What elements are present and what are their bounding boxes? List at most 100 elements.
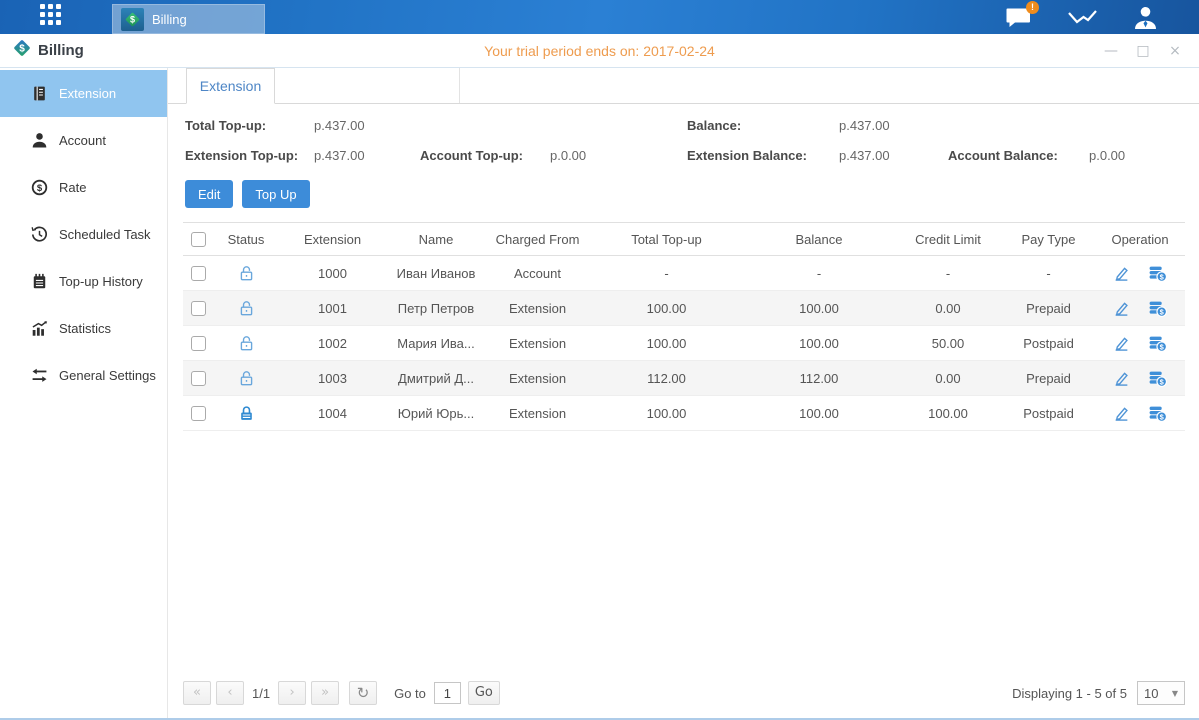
page-size-select[interactable]: 10 ▼ xyxy=(1137,681,1185,705)
status-unlocked-icon xyxy=(238,265,255,282)
balance-cell: 100.00 xyxy=(744,326,894,361)
total-topup-cell: 100.00 xyxy=(589,291,744,326)
total-topup-label: Total Top-up: xyxy=(185,118,314,133)
user-account-icon[interactable] xyxy=(1132,5,1159,30)
name-cell: Иван Иванов xyxy=(386,256,486,291)
close-icon[interactable]: × xyxy=(1167,43,1183,59)
notification-badge: ! xyxy=(1026,1,1039,14)
account-topup-value: p.0.00 xyxy=(550,148,687,163)
prev-page-button[interactable]: ‹ xyxy=(216,681,244,705)
app-tab-label: Billing xyxy=(152,12,187,27)
app-grid-icon[interactable] xyxy=(40,4,66,30)
sidebar-item-rate[interactable]: $ Rate xyxy=(0,164,167,211)
minimize-icon[interactable]: — xyxy=(1103,43,1119,59)
sidebar-item-scheduled-task[interactable]: Scheduled Task xyxy=(0,211,167,258)
window-title-bar: $ Billing Your trial period ends on: 201… xyxy=(0,34,1199,68)
balance-cell: 100.00 xyxy=(744,396,894,431)
balance-cell: 112.00 xyxy=(744,361,894,396)
svg-text:$: $ xyxy=(1159,307,1163,316)
extension-table-body: 1000 Иван Иванов Account - - - - xyxy=(183,256,1185,431)
total-topup-cell: 112.00 xyxy=(589,361,744,396)
select-all-checkbox[interactable] xyxy=(191,232,206,247)
statistics-chart-icon[interactable] xyxy=(1066,5,1098,30)
total-topup-cell: 100.00 xyxy=(589,326,744,361)
topup-coins-icon[interactable]: $ xyxy=(1148,265,1167,282)
pay-type-cell: - xyxy=(1002,256,1095,291)
charged-from-cell: Extension xyxy=(486,291,589,326)
goto-label: Go to xyxy=(394,686,426,701)
page-size-value: 10 xyxy=(1144,686,1158,701)
edit-pencil-icon[interactable] xyxy=(1113,265,1130,282)
extension-balance-label: Extension Balance: xyxy=(687,148,839,163)
sidebar-item-topup-history[interactable]: Top-up History xyxy=(0,258,167,305)
first-page-button[interactable]: « xyxy=(183,681,211,705)
last-page-button[interactable]: » xyxy=(311,681,339,705)
column-header-status: Status xyxy=(213,223,279,256)
row-checkbox[interactable] xyxy=(191,406,206,421)
extension-table: Status Extension Name Charged From Total… xyxy=(183,222,1185,431)
edit-button[interactable]: Edit xyxy=(185,180,233,208)
pay-type-cell: Postpaid xyxy=(1002,326,1095,361)
maximize-icon[interactable]: □ xyxy=(1135,43,1151,59)
edit-pencil-icon[interactable] xyxy=(1113,335,1130,352)
sidebar-item-label: General Settings xyxy=(59,368,156,383)
ledger-icon xyxy=(31,85,48,102)
tab-extension[interactable]: Extension xyxy=(186,68,275,104)
topup-coins-icon[interactable]: $ xyxy=(1148,300,1167,317)
table-row: 1004 Юрий Юрь... Extension 100.00 100.00… xyxy=(183,396,1185,431)
sidebar-item-account[interactable]: Account xyxy=(0,117,167,164)
total-topup-cell: - xyxy=(589,256,744,291)
topup-coins-icon[interactable]: $ xyxy=(1148,405,1167,422)
sidebar-item-label: Rate xyxy=(59,180,86,195)
refresh-icon[interactable]: ↻ xyxy=(349,681,377,705)
messages-icon[interactable]: ! xyxy=(1005,6,1032,29)
status-locked-icon xyxy=(238,405,255,422)
topup-coins-icon[interactable]: $ xyxy=(1148,370,1167,387)
pagination-bar: « ‹ 1/1 › » ↻ Go to Go Displaying 1 - 5 … xyxy=(168,674,1199,718)
column-header-balance: Balance xyxy=(744,223,894,256)
sidebar-item-statistics[interactable]: Statistics xyxy=(0,305,167,352)
person-icon xyxy=(31,132,48,149)
topup-coins-icon[interactable]: $ xyxy=(1148,335,1167,352)
sidebar-item-label: Statistics xyxy=(59,321,111,336)
row-checkbox[interactable] xyxy=(191,301,206,316)
sidebar-item-extension[interactable]: Extension xyxy=(0,70,167,117)
extension-cell: 1004 xyxy=(279,396,386,431)
credit-limit-cell: - xyxy=(894,256,1002,291)
edit-pencil-icon[interactable] xyxy=(1113,300,1130,317)
pay-type-cell: Prepaid xyxy=(1002,361,1095,396)
page-indicator: 1/1 xyxy=(252,686,270,701)
row-checkbox[interactable] xyxy=(191,336,206,351)
column-header-pay-type: Pay Type xyxy=(1002,223,1095,256)
balance-label: Balance: xyxy=(687,118,839,133)
history-clock-icon xyxy=(31,226,48,243)
table-row: 1003 Дмитрий Д... Extension 112.00 112.0… xyxy=(183,361,1185,396)
svg-text:$: $ xyxy=(37,183,43,194)
row-checkbox[interactable] xyxy=(191,371,206,386)
total-topup-cell: 100.00 xyxy=(589,396,744,431)
edit-pencil-icon[interactable] xyxy=(1113,405,1130,422)
sidebar-item-general-settings[interactable]: General Settings xyxy=(0,352,167,399)
balance-summary: Total Top-up: p.437.00 Extension Top-up:… xyxy=(168,104,1199,167)
notebook-icon xyxy=(31,273,48,290)
credit-limit-cell: 0.00 xyxy=(894,291,1002,326)
lock-open-icon xyxy=(238,370,255,387)
billing-diamond-icon: $ xyxy=(121,8,144,31)
edit-pencil-icon[interactable] xyxy=(1113,370,1130,387)
svg-text:$: $ xyxy=(130,14,135,24)
sidebar-item-label: Scheduled Task xyxy=(59,227,151,242)
svg-text:$: $ xyxy=(1159,412,1163,421)
next-page-button[interactable]: › xyxy=(278,681,306,705)
svg-text:$: $ xyxy=(19,44,25,55)
name-cell: Петр Петров xyxy=(386,291,486,326)
billing-app-taskbar-tab[interactable]: $ Billing xyxy=(112,4,265,34)
account-balance-label: Account Balance: xyxy=(948,148,1089,163)
sidebar-item-label: Account xyxy=(59,133,106,148)
top-up-button[interactable]: Top Up xyxy=(242,180,309,208)
goto-page-input[interactable] xyxy=(434,682,461,704)
go-button[interactable]: Go xyxy=(468,681,500,705)
total-topup-value: p.437.00 xyxy=(314,118,420,133)
tab-strip: Extension xyxy=(168,68,1199,104)
row-checkbox[interactable] xyxy=(191,266,206,281)
table-row: 1002 Мария Ива... Extension 100.00 100.0… xyxy=(183,326,1185,361)
